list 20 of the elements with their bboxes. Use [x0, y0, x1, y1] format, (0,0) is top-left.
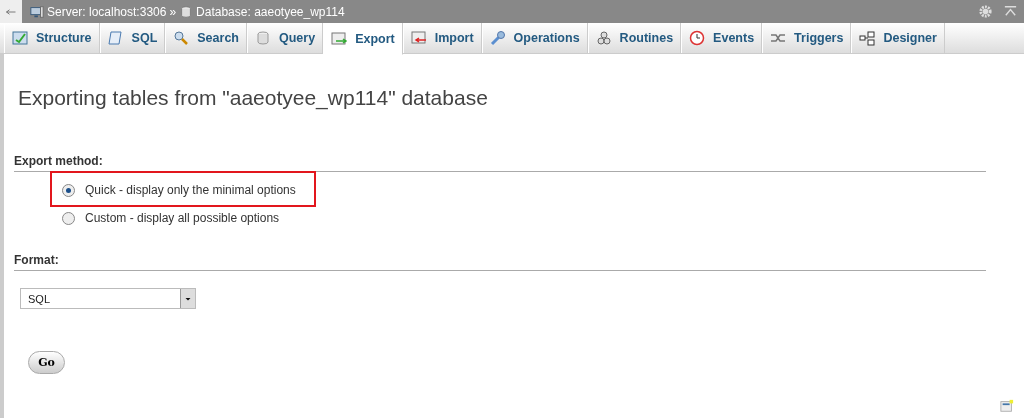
tab[interactable]: SQL	[99, 23, 166, 53]
breadcrumb-link[interactable]: Database: aaeotyee_wp114	[196, 4, 345, 19]
go-button[interactable]: Go	[28, 351, 65, 374]
tab[interactable]: Export	[323, 23, 403, 55]
radio-label: Custom - display all possible options	[85, 211, 280, 225]
tab[interactable]: Search	[165, 23, 247, 53]
format-dropdown[interactable]: SQL	[20, 288, 196, 309]
breadcrumb-separator: »	[169, 4, 177, 19]
tab[interactable]: Events	[681, 23, 763, 53]
section-heading: Export method:	[14, 154, 986, 172]
tab[interactable]: Designer	[851, 23, 945, 53]
tab[interactable]: Import	[402, 23, 482, 53]
tab[interactable]: Operations	[481, 23, 588, 53]
radio-label: Quick - display only the minimal options	[85, 183, 296, 197]
tab[interactable]: Triggers	[762, 23, 852, 53]
tab[interactable]: Structure	[4, 23, 100, 53]
page-title: Exporting tables from "aaeotyee_wp114" database	[18, 85, 489, 112]
section-heading: Format:	[14, 253, 986, 271]
breadcrumb-link[interactable]: Server: localhost:3306	[47, 4, 167, 19]
tab[interactable]: Routines	[587, 23, 682, 53]
